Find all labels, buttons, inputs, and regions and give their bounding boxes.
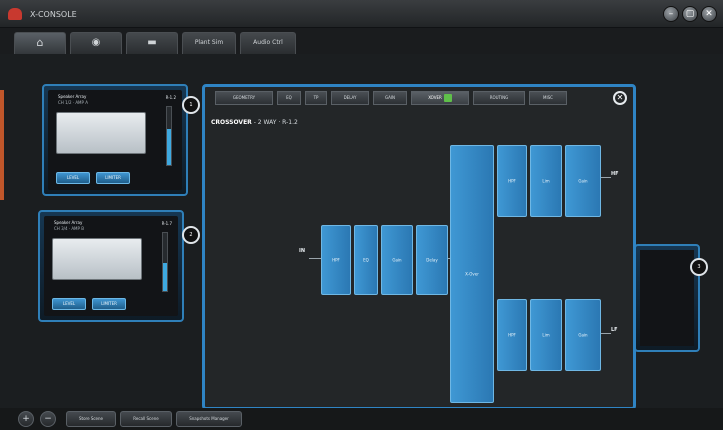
dsp-block-label: Delay: [426, 257, 438, 263]
dsp-block-hf-hpf[interactable]: HPF: [497, 145, 527, 217]
device-card-model: R-1.7: [161, 221, 172, 226]
app-logo-icon: [8, 8, 22, 20]
limiter-button[interactable]: LIMITER: [96, 172, 130, 184]
speaker-device-image: [56, 112, 146, 154]
tab-eq[interactable]: EQ: [277, 91, 301, 105]
tab-layout[interactable]: ▬: [126, 32, 178, 54]
minimize-button[interactable]: –: [663, 6, 679, 22]
tab-geometry[interactable]: GEOMETRY: [215, 91, 273, 105]
dsp-block-hf-lim[interactable]: Lim: [530, 145, 562, 217]
dsp-block-label: Gain: [578, 332, 588, 338]
level-meter: [162, 232, 168, 292]
dsp-block-lf-gain[interactable]: Gain: [565, 299, 601, 371]
device-index-badge[interactable]: 3: [690, 258, 708, 276]
dsp-block-lf-hpf[interactable]: HPF: [497, 299, 527, 371]
device-card-model: R-1.2: [165, 95, 176, 100]
tab-plant-sim[interactable]: Plant Sim: [182, 32, 236, 54]
dsp-block-gain[interactable]: Gain: [381, 225, 413, 295]
tab-audio-ctrl[interactable]: Audio Ctrl: [240, 32, 296, 54]
device-index-badge[interactable]: 1: [182, 96, 200, 114]
dsp-block-label: EQ: [363, 257, 369, 263]
dsp-block-label: Lim: [542, 332, 550, 338]
output-hf-label: HF: [611, 171, 619, 177]
dsp-block-hf-gain[interactable]: Gain: [565, 145, 601, 217]
tab-devices[interactable]: ◉: [70, 32, 122, 54]
signal-wire: [601, 333, 611, 334]
dsp-block-crossover[interactable]: X-Over: [450, 145, 494, 403]
device-card-subtitle: CH 3/4 · AMP B: [54, 226, 84, 231]
tab-xover[interactable]: XOVER: [411, 91, 469, 105]
level-meter-fill: [163, 263, 167, 291]
level-button[interactable]: LEVEL: [56, 172, 90, 184]
zoom-in-button[interactable]: +: [18, 411, 34, 427]
app-title: X-CONSOLE: [30, 10, 77, 19]
device-index-badge[interactable]: 2: [182, 226, 200, 244]
dsp-block-delay[interactable]: Delay: [416, 225, 448, 295]
dsp-block-label: X-Over: [465, 271, 479, 277]
limiter-button[interactable]: LIMITER: [92, 298, 126, 310]
store-scene-button[interactable]: Store Scene: [66, 411, 116, 427]
device-card-partial[interactable]: [634, 244, 700, 352]
title-bar: X-CONSOLE – ▢ ✕: [0, 0, 723, 28]
device-card-body: Speaker Array CH 3/4 · AMP B R-1.7 LEVEL…: [44, 216, 178, 316]
device-card-title: Speaker Array: [58, 94, 87, 99]
dialog-heading: CROSSOVER - 2 WAY · R-1.2: [211, 119, 298, 126]
crossover-dialog: GEOMETRY EQ TP DELAY GAIN XOVER ROUTING …: [202, 84, 636, 410]
snapshots-manager-button[interactable]: Snapshots Manager: [176, 411, 242, 427]
close-dialog-button[interactable]: ✕: [613, 91, 627, 105]
dsp-block-label: HPF: [508, 332, 516, 338]
left-accent-bar: [0, 90, 4, 200]
close-window-button[interactable]: ✕: [701, 6, 717, 22]
speaker-device-image: [52, 238, 142, 280]
level-meter: [166, 106, 172, 166]
dialog-heading-title: CROSSOVER: [211, 119, 252, 126]
tab-gain[interactable]: GAIN: [373, 91, 407, 105]
tab-tp[interactable]: TP: [305, 91, 327, 105]
zoom-out-button[interactable]: −: [40, 411, 56, 427]
tab-delay[interactable]: DELAY: [331, 91, 369, 105]
dialog-tab-row: GEOMETRY EQ TP DELAY GAIN XOVER ROUTING …: [209, 91, 629, 107]
level-meter-fill: [167, 129, 171, 165]
level-button[interactable]: LEVEL: [52, 298, 86, 310]
device-card-body: [640, 250, 694, 346]
dialog-heading-detail: - 2 WAY · R-1.2: [253, 119, 298, 126]
device-card-title: Speaker Array: [54, 220, 83, 225]
recall-scene-button[interactable]: Recall Scene: [120, 411, 172, 427]
dsp-block-eq[interactable]: EQ: [354, 225, 378, 295]
dsp-block-label: Gain: [392, 257, 402, 263]
device-card[interactable]: Speaker Array CH 1/2 · AMP A R-1.2 LEVEL…: [42, 84, 188, 196]
device-card[interactable]: Speaker Array CH 3/4 · AMP B R-1.7 LEVEL…: [38, 210, 184, 322]
signal-wire: [601, 177, 611, 178]
dsp-block-label: Gain: [578, 178, 588, 184]
output-lf-label: LF: [611, 327, 618, 333]
restore-button[interactable]: ▢: [682, 6, 698, 22]
check-icon: [443, 94, 452, 102]
dsp-block-hpf[interactable]: HPF: [321, 225, 351, 295]
device-card-body: Speaker Array CH 1/2 · AMP A R-1.2 LEVEL…: [48, 90, 182, 190]
tab-home[interactable]: ⌂: [14, 32, 66, 54]
input-label: IN: [299, 248, 306, 254]
bottom-toolbar: + − Store Scene Recall Scene Snapshots M…: [0, 408, 723, 430]
dsp-block-label: HPF: [332, 257, 340, 263]
tab-xover-label: XOVER: [428, 95, 442, 100]
dsp-block-lf-lim[interactable]: Lim: [530, 299, 562, 371]
dsp-block-label: Lim: [542, 178, 550, 184]
tab-routing[interactable]: ROUTING: [473, 91, 525, 105]
main-tab-row: ⌂ ◉ ▬ Plant Sim Audio Ctrl: [0, 28, 723, 54]
tab-misc[interactable]: MISC: [529, 91, 567, 105]
device-card-subtitle: CH 1/2 · AMP A: [58, 100, 88, 105]
dsp-block-label: HPF: [508, 178, 516, 184]
